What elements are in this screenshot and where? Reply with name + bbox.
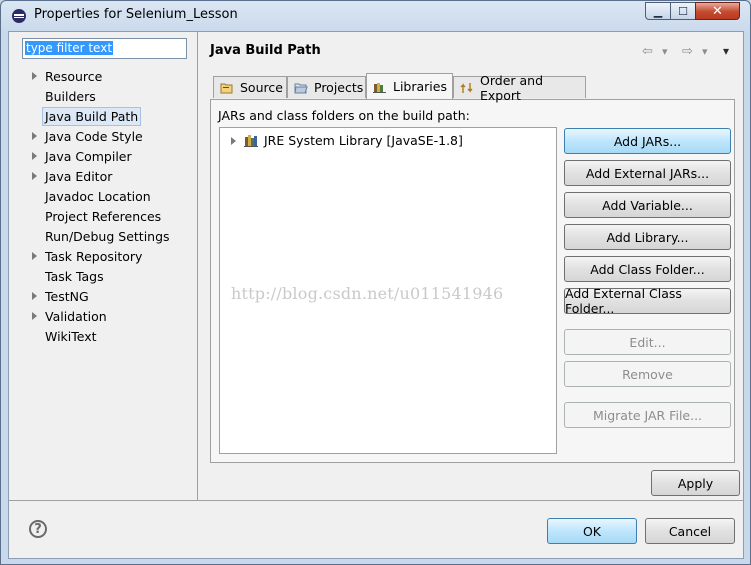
expand-arrow-icon[interactable] xyxy=(32,132,37,140)
expand-arrow-icon[interactable] xyxy=(32,252,37,260)
tree-item[interactable]: TestNG xyxy=(9,286,197,306)
eclipse-icon xyxy=(12,9,26,23)
expand-arrow-icon[interactable] xyxy=(32,312,37,320)
add-external-class-folder-button[interactable]: Add External Class Folder... xyxy=(564,286,731,316)
title-bar[interactable]: Properties for Selenium_Lesson ▁ ☐ ✕ xyxy=(1,1,750,31)
list-item-label: JRE System Library [JavaSE-1.8] xyxy=(264,133,463,148)
minimize-icon: ▁ xyxy=(653,4,663,18)
ok-button[interactable]: OK xyxy=(547,518,637,544)
properties-dialog: Properties for Selenium_Lesson ▁ ☐ ✕ typ… xyxy=(0,0,751,565)
expand-arrow-icon[interactable] xyxy=(231,137,236,145)
maximize-icon: ☐ xyxy=(678,4,688,18)
expand-arrow-icon[interactable] xyxy=(32,152,37,160)
maximize-button[interactable]: ☐ xyxy=(670,2,696,20)
tree-item[interactable]: Builders xyxy=(9,86,197,106)
tree-item-label: WikiText xyxy=(45,329,97,344)
page-title: Java Build Path xyxy=(210,43,321,58)
dialog-content: type filter text Resource Builders Java Bu… xyxy=(8,31,744,559)
expand-arrow-icon[interactable] xyxy=(32,72,37,80)
tab-source[interactable]: Source xyxy=(213,76,287,98)
library-icon xyxy=(244,134,259,147)
tree-item[interactable]: WikiText xyxy=(9,326,197,346)
back-menu-icon[interactable]: ▾ xyxy=(662,45,668,59)
add-library-button[interactable]: Add Library... xyxy=(564,224,731,250)
edit-button[interactable]: Edit... xyxy=(564,329,731,355)
add-jars-button[interactable]: Add JARs... xyxy=(564,128,731,154)
tree-item[interactable]: Resource xyxy=(9,66,197,86)
tree-item[interactable]: Java Compiler xyxy=(9,146,197,166)
vertical-divider[interactable] xyxy=(197,32,198,500)
help-icon[interactable]: ? xyxy=(29,520,47,538)
close-button[interactable]: ✕ xyxy=(695,2,740,20)
view-menu-icon[interactable]: ▾ xyxy=(723,44,729,58)
tree-item-label: Java Build Path xyxy=(42,107,142,126)
tree-item[interactable]: Validation xyxy=(9,306,197,326)
tab-label: Order and Export xyxy=(480,72,544,103)
tree-item-label: Resource xyxy=(45,69,103,84)
filter-input[interactable]: type filter text xyxy=(22,38,187,59)
cancel-button[interactable]: Cancel xyxy=(645,518,735,544)
tree-item[interactable]: Project References xyxy=(9,206,197,226)
minimize-button[interactable]: ▁ xyxy=(645,2,671,20)
tree-item[interactable]: Javadoc Location xyxy=(9,186,197,206)
back-arrow-icon[interactable]: ⇦ xyxy=(642,44,653,59)
jars-label: JARs and class folders on the build path… xyxy=(218,108,470,123)
add-variable-button[interactable]: Add Variable... xyxy=(564,192,731,218)
tree-item[interactable]: Task Repository xyxy=(9,246,197,266)
expand-arrow-icon[interactable] xyxy=(32,292,37,300)
tree-item-label: Run/Debug Settings xyxy=(45,229,170,244)
tree-item-label: TestNG xyxy=(45,289,89,304)
order-export-icon xyxy=(460,82,474,94)
forward-arrow-icon[interactable]: ⇨ xyxy=(682,44,693,59)
list-item[interactable]: JRE System Library [JavaSE-1.8] xyxy=(228,132,548,148)
libraries-icon xyxy=(373,81,387,93)
tree-item-label: Java Editor xyxy=(45,169,113,184)
projects-icon xyxy=(294,82,308,94)
tree-item-label: Builders xyxy=(45,89,96,104)
migrate-jar-file-button[interactable]: Migrate JAR File... xyxy=(564,402,731,428)
tree-item[interactable]: Run/Debug Settings xyxy=(9,226,197,246)
tree-item-label: Java Compiler xyxy=(45,149,132,164)
tree-item-label: Task Tags xyxy=(45,269,104,284)
horizontal-divider xyxy=(9,500,743,501)
tab-order-and-export[interactable]: Order and Export xyxy=(453,73,586,103)
watermark: http://blog.csdn.net/u011541946 xyxy=(231,284,504,303)
tab-label: Projects xyxy=(314,80,364,95)
tree-item-label: Project References xyxy=(45,209,162,224)
apply-button[interactable]: Apply xyxy=(651,470,740,496)
tab-label: Source xyxy=(240,80,283,95)
tab-projects[interactable]: Projects xyxy=(287,76,366,98)
tab-label: Libraries xyxy=(393,79,447,94)
add-class-folder-button[interactable]: Add Class Folder... xyxy=(564,256,731,282)
remove-button[interactable]: Remove xyxy=(564,361,731,387)
expand-arrow-icon[interactable] xyxy=(32,172,37,180)
tree-item[interactable]: Java Build Path xyxy=(9,106,197,126)
close-icon: ✕ xyxy=(712,3,723,19)
tree-item-label: Javadoc Location xyxy=(45,189,151,204)
tree-item-label: Java Code Style xyxy=(45,129,143,144)
tree-item[interactable]: Task Tags xyxy=(9,266,197,286)
filter-input-text: type filter text xyxy=(25,41,114,55)
tab-libraries[interactable]: Libraries xyxy=(366,73,453,99)
tree-item[interactable]: Java Editor xyxy=(9,166,197,186)
forward-menu-icon[interactable]: ▾ xyxy=(702,45,708,59)
tree-item[interactable]: Java Code Style xyxy=(9,126,197,146)
source-folder-icon xyxy=(220,82,234,94)
tree-item-label: Validation xyxy=(45,309,107,324)
add-external-jars-button[interactable]: Add External JARs... xyxy=(564,160,731,186)
tree-item-label: Task Repository xyxy=(45,249,143,264)
window-title: Properties for Selenium_Lesson xyxy=(34,7,238,22)
